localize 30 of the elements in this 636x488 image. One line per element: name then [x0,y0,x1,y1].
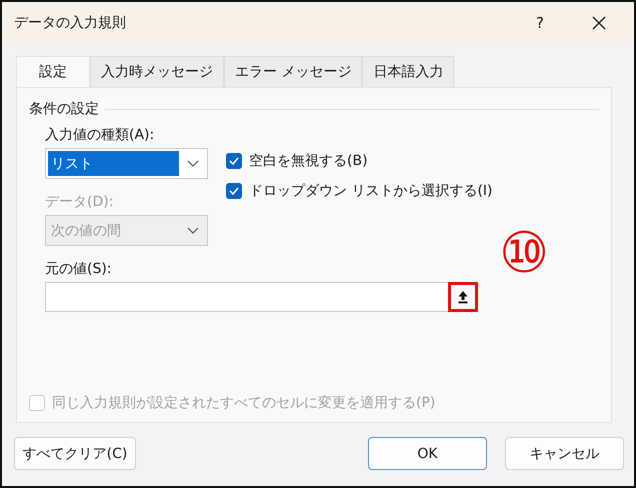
checkbox[interactable] [226,183,242,199]
help-button[interactable]: ? [530,14,550,32]
tab[interactable]: 入力時メッセージ [90,56,224,87]
checkbox-label: ドロップダウン リストから選択する(I) [249,182,493,200]
dropdown-value: リスト [48,151,179,176]
check-icon [228,155,240,167]
group-title: 条件の設定 [29,100,99,118]
dropdown-value: 次の値の間 [50,222,122,240]
checkbox-label: 空白を無視する(B) [249,152,368,170]
tab[interactable]: エラー メッセージ [224,56,362,87]
tab[interactable]: 日本語入力 [362,56,454,87]
tab[interactable]: 設定 [16,56,90,87]
close-icon[interactable] [592,16,606,30]
chevron-icon [187,160,199,168]
dialog-button[interactable]: キャンセル [505,437,624,470]
field-label: 入力値の種類(A): [45,126,156,144]
field-label: 元の値(S): [45,260,113,278]
dialog-button[interactable]: すべてクリア(C) [14,437,136,470]
arrow-up-icon [457,290,469,304]
check-icon [228,185,240,197]
source-input-field[interactable] [45,282,478,312]
type-dropdown[interactable]: リスト [45,148,208,179]
chevron-icon [187,226,199,234]
checkbox-label: 同じ入力規則が設定されたすべてのセルに変更を適用する(P) [52,394,436,412]
window-title: データの入力規則 [14,14,127,32]
checkbox[interactable] [226,153,242,169]
annotation-number: ⑩ [499,226,550,282]
dialog-button[interactable]: OK [368,437,487,470]
collapse-button[interactable] [448,282,478,312]
field-label: データ(D): [45,193,114,211]
